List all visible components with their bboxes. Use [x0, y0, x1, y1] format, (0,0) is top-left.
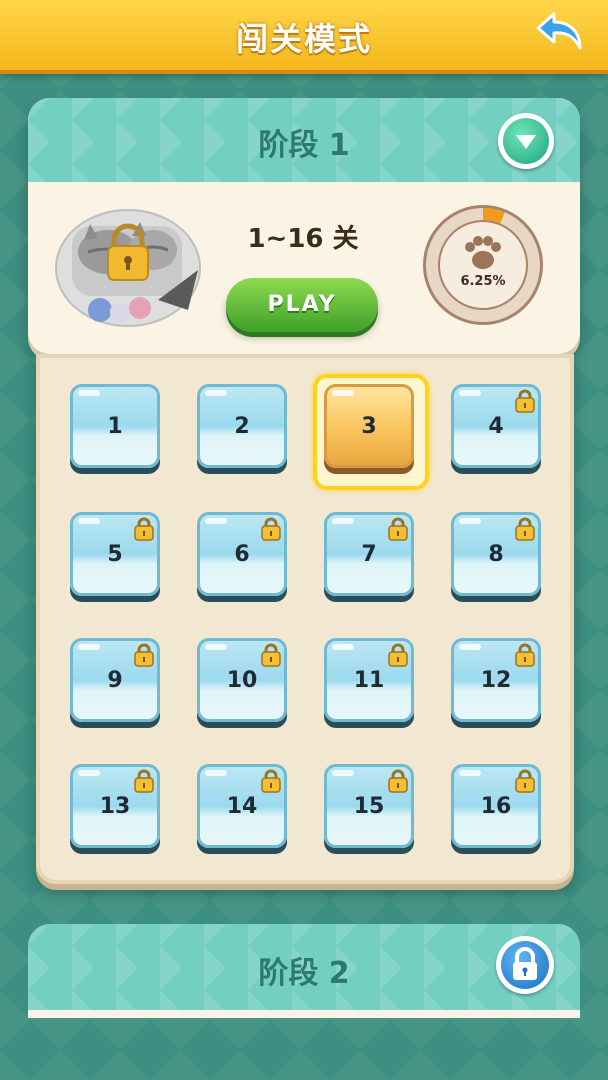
lock-icon	[386, 642, 410, 668]
lock-icon	[513, 516, 537, 542]
lock-icon	[501, 941, 549, 989]
stage-2-lock-button[interactable]	[496, 936, 554, 994]
level-number: 16	[480, 794, 512, 819]
stage-2-card-edge	[28, 1010, 580, 1018]
level-number: 5	[107, 542, 123, 567]
level-button-9[interactable]: 9	[70, 638, 160, 728]
locked-cat-illustration	[55, 209, 201, 327]
level-button-3[interactable]: 3	[324, 384, 414, 474]
level-number: 6	[234, 542, 250, 567]
level-number: 7	[361, 542, 377, 567]
lock-icon	[259, 768, 283, 794]
level-button-10[interactable]: 10	[197, 638, 287, 728]
lock-icon	[513, 388, 537, 414]
stage-1-card: 阶段 1 1~16 关 PLAY 6.25%	[28, 98, 580, 354]
stage-1-header: 阶段 1	[28, 98, 580, 182]
play-button[interactable]: PLAY	[226, 278, 378, 332]
lock-icon	[513, 768, 537, 794]
stage-2-header[interactable]: 阶段 2	[28, 924, 580, 1018]
level-number: 13	[99, 794, 131, 819]
level-number: 1	[107, 414, 123, 439]
lock-icon	[386, 768, 410, 794]
lock-icon	[132, 642, 156, 668]
level-button-13[interactable]: 13	[70, 764, 160, 854]
lock-icon	[132, 768, 156, 794]
level-button-1[interactable]: 1	[70, 384, 160, 474]
level-button-7[interactable]: 7	[324, 512, 414, 602]
level-button-11[interactable]: 11	[324, 638, 414, 728]
level-grid: 1 2 3 4 5 6 7 8 9 10 11 12 13 14 15 16	[36, 354, 574, 884]
lock-icon	[132, 516, 156, 542]
level-button-14[interactable]: 14	[197, 764, 287, 854]
level-number: 2	[234, 414, 250, 439]
level-number: 8	[488, 542, 504, 567]
level-button-12[interactable]: 12	[451, 638, 541, 728]
level-number: 14	[226, 794, 258, 819]
level-button-15[interactable]: 15	[324, 764, 414, 854]
level-number: 3	[361, 414, 377, 439]
level-button-6[interactable]: 6	[197, 512, 287, 602]
level-button-5[interactable]: 5	[70, 512, 160, 602]
level-number: 10	[226, 668, 258, 693]
collapse-button[interactable]	[498, 113, 554, 169]
level-button-2[interactable]: 2	[197, 384, 287, 474]
lock-icon	[513, 642, 537, 668]
progress-ring	[423, 205, 543, 325]
level-button-16[interactable]: 16	[451, 764, 541, 854]
lock-icon	[259, 642, 283, 668]
lock-icon	[386, 516, 410, 542]
level-button-8[interactable]: 8	[451, 512, 541, 602]
level-number: 4	[488, 414, 504, 439]
level-number: 9	[107, 668, 123, 693]
level-range-label: 1~16 关	[247, 224, 359, 254]
level-button-4[interactable]: 4	[451, 384, 541, 474]
top-bar: 闯关模式	[0, 0, 608, 74]
chevron-down-icon	[503, 118, 549, 164]
progress-percent: 6.25%	[460, 274, 506, 289]
page-title: 闯关模式	[235, 20, 372, 58]
level-number: 12	[480, 668, 512, 693]
lock-icon	[259, 516, 283, 542]
back-button[interactable]	[536, 8, 586, 54]
level-number: 15	[353, 794, 385, 819]
level-number: 11	[353, 668, 385, 693]
back-arrow-icon	[536, 12, 582, 50]
